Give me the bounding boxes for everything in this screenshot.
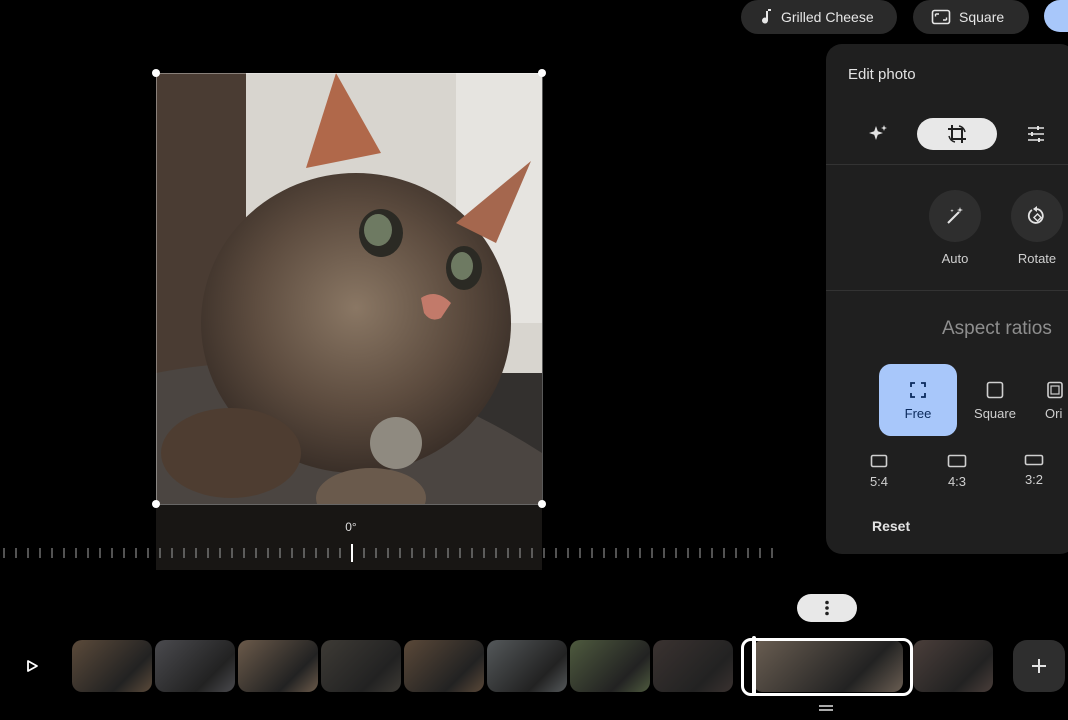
- done-button[interactable]: [1044, 0, 1068, 32]
- timeline-clip-thumbnail[interactable]: [155, 640, 235, 692]
- plus-icon: [1032, 659, 1046, 673]
- timeline-clip-thumbnail[interactable]: [570, 640, 650, 692]
- more-options-button[interactable]: [797, 594, 857, 622]
- ratio-5-4-label: 5:4: [869, 474, 889, 489]
- play-icon: [27, 660, 38, 672]
- rotate-label: Rotate: [1017, 251, 1057, 266]
- rotate-button[interactable]: [1011, 190, 1063, 242]
- crop-handle-bottom-left[interactable]: [152, 500, 160, 508]
- crop-rotate-icon: [948, 125, 966, 143]
- timeline-clip-thumbnail[interactable]: [72, 640, 152, 692]
- ratio-4-3-icon: [947, 454, 967, 468]
- angle-readout: 0°: [345, 520, 357, 534]
- tab-enhance[interactable]: [838, 118, 918, 150]
- ratio-original-button[interactable]: Ori: [1031, 364, 1068, 436]
- ratio-4-3-button[interactable]: 4:3: [932, 454, 982, 489]
- music-chip-label: Grilled Cheese: [781, 9, 874, 25]
- add-clip-button[interactable]: [1013, 640, 1065, 692]
- play-button[interactable]: [22, 656, 42, 676]
- reset-button[interactable]: Reset: [872, 518, 910, 534]
- tab-adjust[interactable]: [996, 118, 1068, 150]
- music-note-icon: [762, 9, 771, 24]
- free-crop-icon: [910, 381, 926, 398]
- crop-handle-top-left[interactable]: [152, 69, 160, 77]
- auto-label: Auto: [941, 251, 969, 266]
- ratio-square-button[interactable]: Square: [956, 364, 1034, 436]
- timeline-clip-thumbnail[interactable]: [487, 640, 567, 692]
- panel-divider: [826, 164, 1068, 165]
- angle-slider[interactable]: [0, 544, 780, 562]
- square-icon: [986, 381, 1004, 398]
- ratio-free-button[interactable]: Free: [879, 364, 957, 436]
- panel-divider: [826, 290, 1068, 291]
- crop-handle-bottom-right[interactable]: [538, 500, 546, 508]
- edit-photo-panel: Edit photo Auto Rotate Aspect ratios Fre…: [826, 44, 1068, 554]
- timeline-clip-thumbnail[interactable]: [913, 640, 993, 692]
- timeline-clip-thumbnail[interactable]: [404, 640, 484, 692]
- rotate-icon: [1027, 206, 1044, 224]
- ratio-3-2-icon: [1024, 454, 1044, 466]
- playhead[interactable]: [752, 636, 756, 696]
- ratio-free-label: Free: [904, 405, 932, 421]
- crop-frame[interactable]: [156, 73, 543, 505]
- selected-clip-frame[interactable]: [741, 638, 913, 696]
- ratio-5-4-icon: [870, 454, 888, 468]
- adjust-sliders-icon: [1028, 126, 1044, 142]
- timeline-clip-thumbnail[interactable]: [321, 640, 401, 692]
- panel-title: Edit photo: [848, 66, 916, 83]
- ratio-5-4-button[interactable]: 5:4: [854, 454, 904, 489]
- aspect-ratios-title: Aspect ratios: [942, 318, 1052, 339]
- aspect-chip-label: Square: [959, 9, 1005, 25]
- timeline-clip-thumbnail[interactable]: [238, 640, 318, 692]
- more-vert-icon: [825, 600, 829, 616]
- sparkle-icon: [869, 125, 887, 140]
- timeline-clip-thumbnail[interactable]: [653, 640, 733, 692]
- original-icon: [1047, 381, 1063, 398]
- crop-handle-top-right[interactable]: [538, 69, 546, 77]
- ratio-original-label: Ori: [1045, 405, 1063, 421]
- ratio-3-2-label: 3:2: [1024, 472, 1044, 487]
- aspect-chip[interactable]: Square: [913, 0, 1029, 34]
- ratio-4-3-label: 4:3: [947, 474, 967, 489]
- auto-button[interactable]: [929, 190, 981, 242]
- tab-crop[interactable]: [917, 118, 997, 150]
- music-chip[interactable]: Grilled Cheese: [741, 0, 897, 34]
- ratio-square-label: Square: [974, 405, 1016, 421]
- aspect-ratio-icon: [931, 9, 951, 25]
- ratio-3-2-button[interactable]: 3:2: [1009, 454, 1059, 487]
- drag-handle-icon[interactable]: [818, 704, 834, 712]
- magic-wand-icon: [947, 207, 963, 224]
